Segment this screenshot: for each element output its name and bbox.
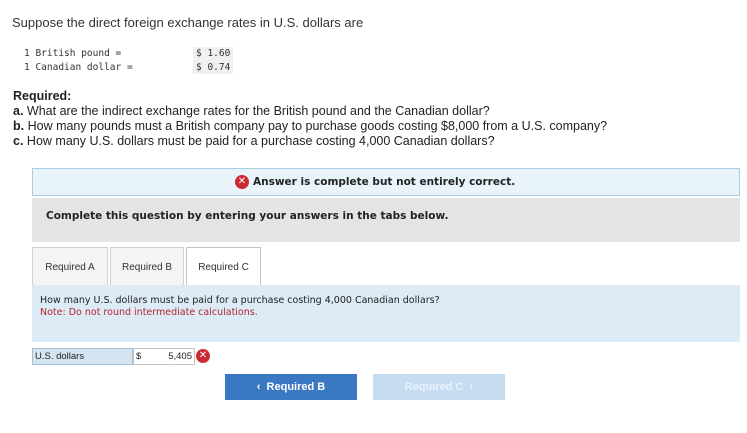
- item-letter: b.: [13, 119, 25, 133]
- next-label: Required C: [404, 381, 464, 393]
- required-title: Required:: [13, 89, 72, 103]
- prev-label: Required B: [266, 381, 326, 393]
- answer-input[interactable]: $ 5,405: [133, 348, 195, 365]
- instructions-bar: Complete this question by entering your …: [32, 198, 740, 242]
- next-button[interactable]: Required C ›: [373, 374, 505, 400]
- rate-name: 1 Canadian dollar =: [24, 61, 133, 73]
- exchange-rates: 1 British pound = $ 1.60 1 Canadian doll…: [24, 47, 244, 74]
- required-item-b: b. How many pounds must a British compan…: [13, 119, 607, 134]
- tab-required-a[interactable]: Required A: [32, 247, 108, 285]
- required-item-a: a. What are the indirect exchange rates …: [13, 104, 607, 119]
- item-text: How many U.S. dollars must be paid for a…: [26, 134, 495, 148]
- prev-button[interactable]: ‹ Required B: [225, 374, 357, 400]
- rate-value: $ 1.60: [193, 47, 234, 61]
- chevron-right-icon: ›: [469, 381, 474, 393]
- question-text: How many U.S. dollars must be paid for a…: [40, 295, 440, 306]
- item-letter: a.: [13, 104, 24, 118]
- rate-value: $ 0.74: [193, 60, 234, 74]
- currency-symbol: $: [136, 351, 142, 362]
- rate-row-pound: 1 British pound = $ 1.60: [24, 47, 244, 61]
- rate-row-cad: 1 Canadian dollar = $ 0.74: [24, 60, 244, 74]
- item-text: How many pounds must a British company p…: [27, 119, 608, 133]
- alert-text: Answer is complete but not entirely corr…: [253, 176, 516, 188]
- answer-label: U.S. dollars: [32, 348, 133, 365]
- chevron-left-icon: ‹: [256, 381, 261, 393]
- question-panel: How many U.S. dollars must be paid for a…: [32, 285, 740, 342]
- item-text: What are the indirect exchange rates for…: [26, 104, 490, 118]
- intro-text: Suppose the direct foreign exchange rate…: [12, 15, 364, 30]
- rate-name: 1 British pound =: [24, 48, 122, 59]
- tab-required-c[interactable]: Required C: [186, 247, 261, 287]
- required-section: Required: a. What are the indirect excha…: [13, 89, 607, 149]
- required-item-c: c. How many U.S. dollars must be paid fo…: [13, 134, 607, 149]
- tab-required-b[interactable]: Required B: [110, 247, 184, 285]
- x-circle-icon: ✕: [235, 175, 249, 189]
- incorrect-icon: ✕: [196, 349, 210, 363]
- item-letter: c.: [13, 134, 24, 148]
- answer-value[interactable]: 5,405: [168, 349, 192, 364]
- question-note: Note: Do not round intermediate calculat…: [40, 307, 258, 318]
- result-alert: ✕ Answer is complete but not entirely co…: [32, 168, 740, 196]
- instructions-text: Complete this question by entering your …: [46, 210, 449, 222]
